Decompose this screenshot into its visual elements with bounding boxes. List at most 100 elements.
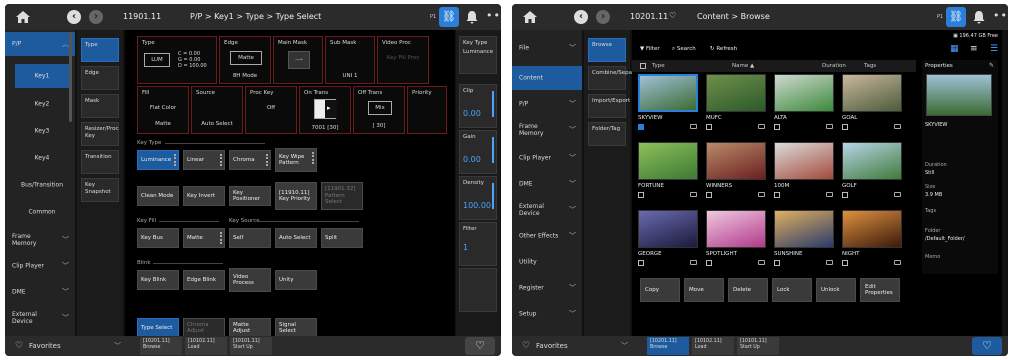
key-positioner-button[interactable]: Key Positioner (229, 186, 271, 206)
back-button[interactable]: ‹ (67, 10, 81, 24)
self-button[interactable]: Self (229, 228, 271, 248)
key-wipe-pattern-button[interactable]: Key Wipe Pattern (275, 148, 317, 172)
param-source[interactable]: Source Auto Select (191, 86, 243, 134)
thumbnail-checkbox[interactable] (706, 260, 712, 266)
refresh-button[interactable]: ↻ Refresh (710, 46, 737, 52)
thumbnail-checkbox[interactable] (842, 124, 848, 130)
column-name[interactable]: Name ▲ (732, 63, 754, 69)
tab-transition[interactable]: Transition (81, 150, 119, 174)
sidebar-item-key1[interactable]: Key1 (15, 64, 69, 88)
thumbnail-image[interactable] (842, 210, 902, 248)
shortcut-browse[interactable]: [10201.11] Browse (140, 337, 182, 355)
detail-view-icon[interactable]: ☰ (990, 44, 1002, 54)
chroma-adjust-button[interactable]: Chroma Adjust (183, 318, 225, 338)
grid-view-icon[interactable]: ▦ (950, 44, 962, 54)
key-type-chroma-button[interactable]: Chroma (229, 150, 271, 170)
copy-button[interactable]: Copy (640, 278, 680, 302)
param-priority[interactable]: Priority (407, 86, 447, 134)
thumbnail-checkbox[interactable] (774, 124, 780, 130)
forward-button[interactable]: › (89, 10, 103, 24)
key-type-readout[interactable]: Key Type Luminance (459, 36, 497, 74)
unlock-button[interactable]: Unlock (816, 278, 856, 302)
thumbnail-image[interactable] (706, 142, 766, 180)
back-button[interactable]: ‹ (574, 10, 588, 24)
select-all-checkbox[interactable] (640, 63, 646, 69)
shortcut-start-up[interactable]: [10101.11] Start Up (230, 337, 272, 355)
sidebar-item-pp[interactable]: P/P ﹀ (512, 92, 582, 116)
signal-select-button[interactable]: Signal Select (275, 318, 317, 338)
column-duration[interactable]: Duration (822, 63, 846, 69)
key-type-luminance-button[interactable]: Luminance (137, 150, 179, 170)
clean-mode-button[interactable]: Clean Mode (137, 186, 179, 206)
sidebar-item-other-effects[interactable]: Other Effects ﹀ (512, 224, 582, 248)
thumbnail-checkbox[interactable] (774, 260, 780, 266)
sidebar-item-clip-player[interactable]: Clip Player ﹀ (512, 146, 582, 170)
tab-type[interactable]: Type (81, 38, 119, 62)
thumbnail-image[interactable] (842, 142, 902, 180)
thumbnail-checkbox[interactable] (706, 124, 712, 130)
sidebar-item-utility[interactable]: Utility (512, 250, 582, 274)
thumbnail-image[interactable] (842, 74, 902, 112)
tab-browse[interactable]: Browse (588, 38, 626, 62)
search-button[interactable]: ⌕ Search (672, 46, 696, 53)
sidebar-item-bus-transition[interactable]: Bus/Transition (15, 173, 69, 197)
gain-readout[interactable]: Gain 0.00 (459, 130, 497, 174)
sidebar-item-pp[interactable]: P/P ︿ (5, 32, 75, 56)
link-button[interactable]: ⛓ (946, 7, 966, 27)
param-main-mask[interactable]: Main Mask ⟶ (273, 36, 323, 84)
sidebar-item-file[interactable]: File ﹀ (512, 36, 582, 60)
sidebar-item-dme[interactable]: DME ﹀ (512, 172, 582, 196)
sidebar-item-content[interactable]: Content (512, 66, 582, 90)
bell-icon[interactable] (465, 10, 479, 24)
thumbnail-checkbox[interactable] (842, 192, 848, 198)
edge-blink-button[interactable]: Edge Blink (183, 270, 225, 290)
sidebar-item-dme[interactable]: DME ﹀ (5, 280, 75, 304)
favorites-dropdown[interactable]: ♡ Favorites ﹀ (518, 338, 630, 354)
move-button[interactable]: Move (684, 278, 724, 302)
filter-readout[interactable]: Filter 1 (459, 222, 497, 266)
unity-button[interactable]: Unity (275, 270, 317, 290)
sidebar-item-common[interactable]: Common (15, 200, 69, 224)
param-off-trans[interactable]: Off Trans Mix [ 30] (353, 86, 405, 134)
more-icon[interactable]: ••• (993, 9, 1008, 22)
tab-key-snapshot[interactable]: Key Snapshot (81, 178, 119, 202)
sidebar-item-external-device[interactable]: External Device ﹀ (512, 198, 582, 222)
split-button[interactable]: Split (321, 228, 363, 248)
param-proc-key[interactable]: Proc Key Off (245, 86, 297, 134)
tab-combine-separate[interactable]: Combine/Separate (588, 66, 643, 90)
key-blink-button[interactable]: Key Blink (137, 270, 179, 290)
sidebar-item-register[interactable]: Register ﹀ (512, 276, 582, 300)
list-view-icon[interactable]: ≡ (970, 44, 982, 54)
param-on-trans[interactable]: On Trans ▸ 7001 [30] (299, 86, 351, 134)
tab-resizer-proc-key[interactable]: Resizer/Proc Key (81, 122, 119, 146)
tab-import-export[interactable]: Import/Export (588, 94, 630, 118)
clip-readout[interactable]: Clip 0.00 (459, 84, 497, 128)
edit-icon[interactable]: ✎ (989, 62, 994, 69)
favorites-dropdown[interactable]: ♡ Favorites ﹀ (11, 338, 123, 354)
home-icon[interactable] (522, 9, 538, 25)
key-bus-button[interactable]: Key Bus (137, 228, 179, 248)
param-fill[interactable]: Fill Flat Color Matte (137, 86, 189, 134)
shortcut-start-up[interactable]: [10101.11] Start Up (737, 337, 779, 355)
pattern-select-button[interactable]: [11901.32] Pattern Select (321, 182, 363, 210)
thumbnail-checkbox[interactable] (638, 192, 644, 198)
sidebar-item-key2[interactable]: Key2 (15, 92, 69, 116)
filter-button[interactable]: ▼ Filter (640, 46, 660, 52)
more-icon[interactable]: ••• (486, 9, 501, 22)
add-favorite-button[interactable]: ♡ (465, 337, 495, 355)
key-type-linear-button[interactable]: Linear (183, 150, 225, 170)
thumbnail-checkbox[interactable] (638, 124, 644, 130)
sidebar-item-setup[interactable]: Setup ﹀ (512, 302, 582, 326)
add-favorite-button[interactable]: ♡ (972, 337, 1002, 355)
thumbnail-checkbox[interactable] (638, 260, 644, 266)
auto-select-button[interactable]: Auto Select (275, 228, 317, 248)
video-process-button[interactable]: Video Process (229, 268, 271, 292)
shortcut-load[interactable]: [10102.11] Load (692, 337, 734, 355)
thumbnail-image[interactable] (774, 142, 834, 180)
param-type[interactable]: Type LUM C = 0.00 G = 0.00 D = 100.00 (137, 36, 217, 84)
thumbnail-image[interactable] (638, 142, 698, 180)
delete-button[interactable]: Delete (728, 278, 768, 302)
type-select-button[interactable]: Type Select (137, 318, 179, 338)
bell-icon[interactable] (972, 10, 986, 24)
thumbnail-image[interactable] (774, 210, 834, 248)
